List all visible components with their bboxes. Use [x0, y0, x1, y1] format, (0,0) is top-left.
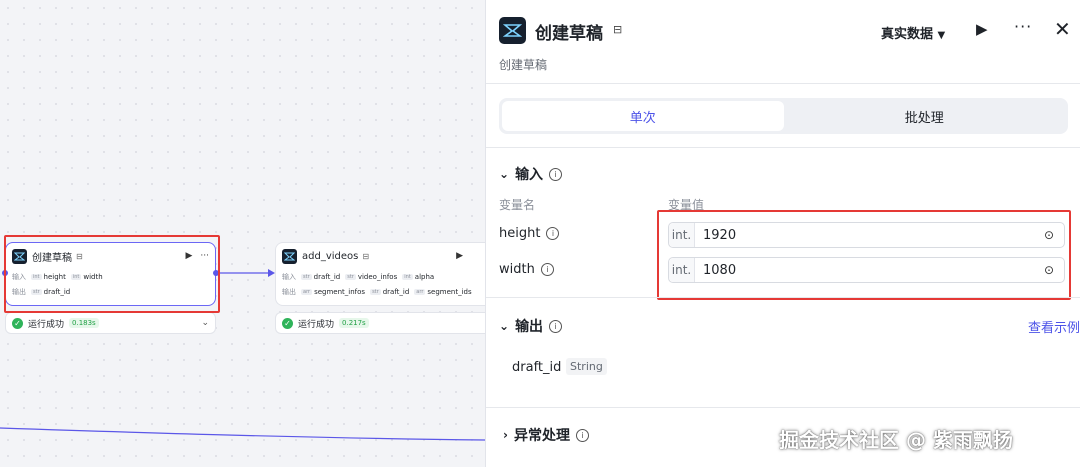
chevron-right-icon: › [503, 428, 508, 442]
node2-status-bar[interactable]: ✓ 运行成功 0.217s [275, 312, 485, 334]
node-input-tag: str video_infos [345, 272, 398, 281]
info-icon: i [549, 319, 563, 333]
data-source-select[interactable]: 真实数据 ▼ [881, 23, 945, 42]
node-input-label: 输入 [282, 272, 296, 281]
node-more-icon[interactable]: ··· [200, 251, 209, 261]
chevron-down-icon[interactable]: ⌄ [201, 318, 209, 328]
info-icon: i [546, 227, 560, 240]
node1-output-port[interactable] [213, 270, 219, 276]
divider [486, 297, 1080, 298]
input-section-title: 输入 [515, 167, 544, 183]
node-output-tag: arr segment_ids [414, 287, 472, 296]
var-name-width: width i [499, 262, 554, 277]
exception-section-title: 异常处理 [513, 428, 570, 444]
watermark: 掘金技术社区 @ 紫雨飘扬 [779, 428, 1013, 452]
plugin-icon: ⊟ [362, 251, 370, 261]
node-output-tag: str draft_id [370, 287, 410, 296]
col-head-value: 变量值 [668, 198, 705, 212]
var-value: 1920 [703, 227, 737, 243]
plugin-icon: ⊟ [76, 251, 83, 261]
info-icon: i [575, 428, 589, 442]
col-head-name: 变量名 [499, 198, 536, 212]
success-check-icon: ✓ [282, 317, 293, 329]
node-title: add_videos [302, 250, 359, 262]
node-add-videos[interactable]: add_videos ⊟ ▶ 输入 str draft_id str video_i… [275, 242, 485, 306]
output-var-type: String [566, 358, 607, 375]
node-output-label: 输出 [12, 287, 26, 296]
node-config-panel: 创建草稿 ⊟ 创建草稿 真实数据 ▼ ▶ ··· ✕ 单次 批处理 ⌄ 输入 i… [485, 0, 1080, 467]
caret-down-icon: ▼ [937, 30, 946, 41]
status-text: 运行成功 [298, 319, 335, 330]
panel-title: 创建草稿 [535, 24, 603, 44]
run-icon[interactable]: ▶ [976, 20, 988, 38]
height-value-field[interactable]: int. 1920 ⊙ [668, 222, 1065, 248]
node-output-label: 输出 [282, 287, 296, 296]
node-input-label: 输入 [12, 272, 26, 281]
node1-status-bar[interactable]: ✓ 运行成功 0.183s ⌄ [5, 312, 216, 334]
divider [486, 147, 1080, 148]
node-output-tag: arr segment_infos [301, 287, 366, 296]
close-icon[interactable]: ✕ [1054, 17, 1071, 41]
output-section-title: 输出 [515, 319, 544, 335]
chevron-down-icon: ⌄ [499, 167, 510, 181]
run-time-badge: 0.217s [339, 318, 369, 328]
status-text: 运行成功 [28, 319, 65, 330]
edge-bottom [0, 427, 485, 441]
node-run-icon[interactable]: ▶ [456, 251, 463, 261]
panel-description: 创建草稿 [499, 58, 548, 72]
output-var-name: draft_id [512, 360, 562, 375]
chevron-down-icon: ⌄ [499, 319, 510, 333]
output-section-header[interactable]: ⌄ 输出 i [499, 316, 563, 336]
mode-tabs: 单次 批处理 [499, 98, 1068, 134]
more-icon[interactable]: ··· [1014, 17, 1032, 36]
capcut-logo-icon [499, 17, 526, 44]
var-value: 1080 [703, 262, 737, 278]
capcut-logo-icon [12, 248, 27, 264]
node-output-tag: str draft_id [31, 287, 71, 296]
panel-header: 创建草稿 ⊟ 创建草稿 真实数据 ▼ ▶ ··· ✕ [486, 0, 1080, 84]
node-create-draft[interactable]: 创建草稿 ⊟ ▶ ··· 输入 int height int width 输出 st… [5, 242, 216, 306]
info-icon: i [540, 263, 554, 276]
variable-ref-icon[interactable]: ⊙ [1044, 228, 1064, 242]
exception-section-header[interactable]: › 异常处理 i [503, 425, 589, 445]
node-run-icon[interactable]: ▶ [185, 251, 192, 261]
node-input-tag: int alpha [402, 272, 435, 281]
capcut-logo-icon [282, 248, 297, 264]
input-section-header[interactable]: ⌄ 输入 i [499, 164, 563, 184]
variable-ref-icon[interactable]: ⊙ [1044, 263, 1064, 277]
node1-input-port[interactable] [2, 270, 8, 276]
node-input-tag: str draft_id [301, 272, 341, 281]
view-example-link[interactable]: 查看示例 [1028, 317, 1080, 336]
var-name-height: height i [499, 226, 560, 241]
tab-batch[interactable]: 批处理 [784, 101, 1066, 131]
type-tag: int. [669, 223, 695, 247]
plugin-icon: ⊟ [613, 23, 623, 36]
success-check-icon: ✓ [12, 317, 23, 329]
run-time-badge: 0.183s [69, 318, 99, 328]
node-title: 创建草稿 [32, 252, 72, 264]
node-input-tag: int width [70, 272, 103, 281]
tab-single[interactable]: 单次 [502, 101, 784, 131]
workflow-canvas[interactable]: 创建草稿 ⊟ ▶ ··· 输入 int height int width 输出 st… [0, 0, 485, 467]
width-value-field[interactable]: int. 1080 ⊙ [668, 257, 1065, 283]
type-tag: int. [669, 258, 695, 282]
edge-layer [0, 269, 485, 441]
divider [486, 407, 1080, 408]
node-input-tag: int height [31, 272, 66, 281]
info-icon: i [549, 167, 563, 181]
edge-arrow-head [268, 269, 275, 277]
